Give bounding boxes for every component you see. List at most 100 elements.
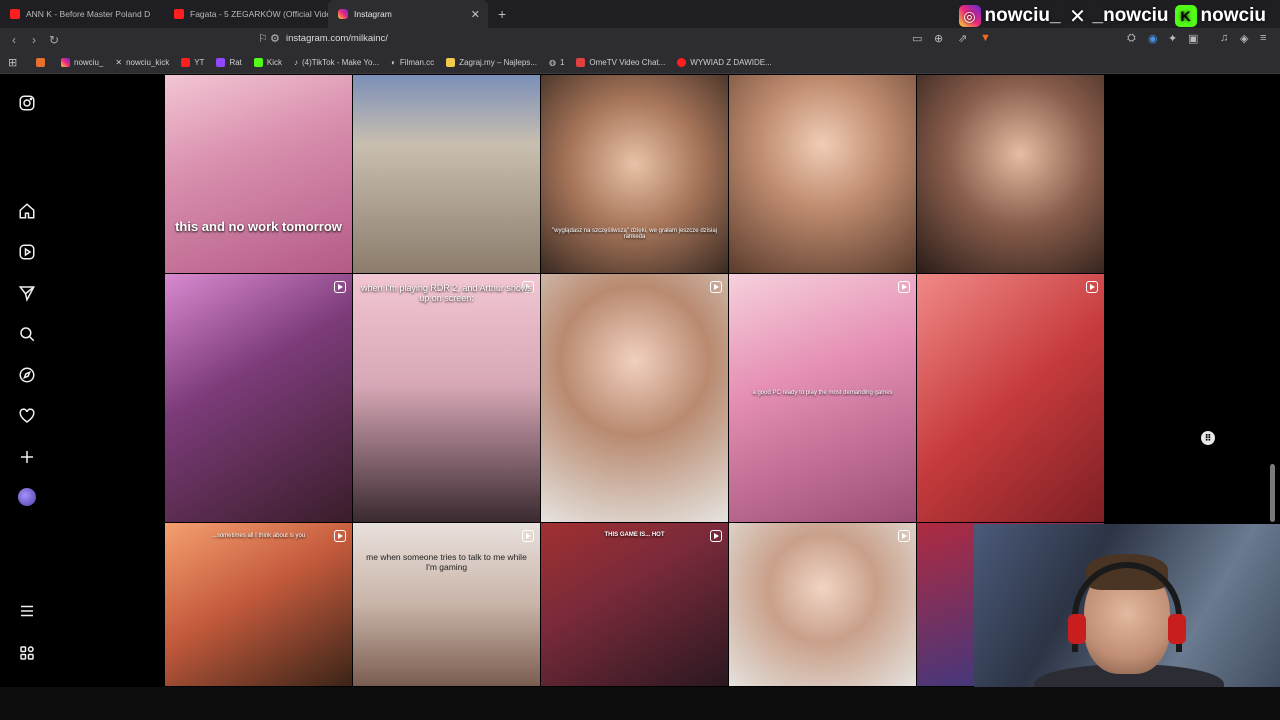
tiktok-icon: ♪ — [294, 58, 299, 67]
reel-icon — [898, 530, 910, 542]
site-info-icon[interactable]: ⚙ — [270, 32, 280, 45]
social-x: ✕ _nowciu — [1067, 5, 1168, 28]
x-icon: ✕ — [115, 58, 123, 67]
headset-ear-right — [1168, 614, 1186, 644]
instagram-logo-icon[interactable] — [17, 93, 37, 113]
create-plus-icon[interactable] — [17, 447, 37, 467]
tab-ann-k[interactable]: ANN K - Before Master Poland D — [0, 0, 164, 28]
also-from-meta-icon[interactable] — [17, 643, 37, 663]
tab-label: ANN K - Before Master Poland D — [26, 9, 151, 19]
post-tile[interactable] — [729, 523, 916, 686]
globe-icon: ◍ — [548, 58, 556, 67]
post-tile[interactable]: THIS GAME IS... HOT — [541, 523, 728, 686]
youtube-icon — [174, 9, 184, 19]
post-caption: a good PC ready to play the most demandi… — [752, 390, 893, 396]
post-tile[interactable]: me when someone tries to talk to me whil… — [353, 523, 540, 686]
reel-icon — [710, 281, 722, 293]
instagram-icon — [338, 9, 348, 19]
stream-socials-overlay: ◎ nowciu_ ✕ _nowciu Knowciu — [958, 5, 1266, 28]
puzzle-icon[interactable]: ✦ — [1168, 32, 1177, 45]
reels-icon[interactable] — [17, 242, 37, 262]
post-tile[interactable]: a good PC ready to play the most demandi… — [729, 274, 916, 522]
reel-icon — [898, 281, 910, 293]
music-icon[interactable]: ♫ — [1220, 32, 1228, 44]
tab-label: Instagram — [354, 9, 392, 19]
instagram-sidebar — [0, 75, 54, 687]
apps-grid-icon[interactable]: ⊞ — [8, 56, 17, 69]
bookmarks-bar: ⊞ nowciu_ ✕ nowciu_kick YT Rat Kick ♪ (4)T… — [0, 52, 1280, 74]
youtube-icon — [181, 58, 191, 67]
bookmark-tiktok[interactable]: ♪ (4)TikTok - Make Yo... — [294, 58, 379, 67]
reload-icon[interactable]: ↻ — [44, 33, 64, 47]
back-icon[interactable]: ‹ — [4, 33, 24, 47]
help-icon[interactable]: ⠿ — [1201, 431, 1215, 445]
bookmark-yt[interactable]: YT — [181, 58, 204, 67]
brave-shield-icon[interactable]: ▼ — [980, 32, 991, 44]
share-icon[interactable]: ⇗ — [958, 32, 967, 45]
webcam-overlay — [974, 524, 1280, 692]
bookmark-icon[interactable]: ⚐ — [258, 32, 268, 45]
tab-instagram[interactable]: Instagram ✕ — [328, 0, 488, 28]
vpn-icon[interactable]: ◉ — [1148, 32, 1158, 45]
bookmark-nowciu-kick[interactable]: ✕ nowciu_kick — [115, 58, 169, 67]
post-tile[interactable]: "wyglądasz na szczęśliwszą" dzięki, we g… — [541, 75, 728, 273]
video-icon — [576, 58, 586, 67]
home-icon[interactable] — [17, 201, 37, 221]
reel-icon — [522, 530, 534, 542]
post-caption: "wyglądasz na szczęśliwszą" dzięki, we g… — [552, 228, 717, 240]
tab-fagata[interactable]: Fagata - 5 ZEGARKÓW (Official Vide — [164, 0, 328, 28]
new-tab-button[interactable]: + — [488, 6, 516, 22]
bookmark-rat[interactable]: Rat — [216, 58, 242, 67]
extension-icon[interactable]: ⛭ — [1127, 32, 1136, 45]
screen-icon[interactable]: ▭ — [912, 32, 922, 45]
zoom-icon[interactable]: ⊕ — [934, 32, 943, 45]
post-tile[interactable] — [729, 75, 916, 273]
search-icon[interactable] — [17, 324, 37, 344]
headset-ear-left — [1068, 614, 1086, 644]
twitch-icon — [216, 58, 226, 67]
post-caption: this and no work tomorrow — [175, 219, 342, 234]
scrollbar[interactable] — [1270, 464, 1275, 522]
close-tab-icon[interactable]: ✕ — [471, 8, 480, 21]
bookmark-kick[interactable]: Kick — [253, 58, 282, 67]
profile-posts-grid: this and no work tomorrow "wyglądasz na … — [165, 75, 1105, 687]
post-tile[interactable]: ...sometimes all I think about is you — [165, 523, 352, 686]
youtube-icon — [677, 58, 687, 67]
bookmark-ometv[interactable]: OmeTV Video Chat... — [576, 58, 665, 67]
post-tile[interactable]: when I'm playing RDR 2, and Arthur shows… — [353, 274, 540, 522]
social-kick: Knowciu — [1174, 5, 1266, 27]
messages-icon[interactable] — [17, 283, 37, 303]
instagram-icon — [61, 58, 70, 67]
notifications-heart-icon[interactable] — [17, 406, 37, 426]
url-field[interactable]: instagram.com/milkainc/ — [286, 33, 388, 44]
bookmark-zagraj[interactable]: Zagraj.my – Najleps... — [446, 58, 537, 67]
post-tile[interactable] — [541, 274, 728, 522]
sidebar-toggle-icon[interactable]: ▣ — [1188, 32, 1198, 45]
post-tile[interactable] — [917, 274, 1104, 522]
address-bar: ‹ › ↻ ⚐ ⚙ instagram.com/milkainc/ ▭ ⊕ ⇗ … — [0, 28, 1280, 52]
post-caption: ...sometimes all I think about is you — [211, 533, 306, 539]
kick-icon: K — [1174, 5, 1197, 27]
wallet-icon[interactable]: ◈ — [1240, 32, 1248, 45]
post-caption: THIS GAME IS... HOT — [604, 532, 665, 538]
bookmark-wywiad[interactable]: WYWIAD Z DAWIDE... — [677, 58, 772, 67]
profile-avatar[interactable] — [17, 487, 37, 507]
explore-icon[interactable] — [17, 365, 37, 385]
reel-icon — [1086, 281, 1098, 293]
forward-icon[interactable]: › — [24, 33, 44, 47]
bookmark-nowciu-ig[interactable]: nowciu_ — [61, 58, 103, 67]
bookmark-filman[interactable]: ◐ Filman.cc — [391, 58, 434, 67]
menu-icon[interactable]: ≡ — [1260, 32, 1266, 44]
folder-icon — [36, 58, 45, 67]
post-tile[interactable] — [353, 75, 540, 273]
bookmark-1[interactable]: ◍ 1 — [549, 58, 564, 67]
post-tile[interactable] — [917, 75, 1104, 273]
post-tile[interactable]: this and no work tomorrow — [165, 75, 352, 273]
more-menu-icon[interactable] — [17, 601, 37, 621]
bookmark-folder[interactable] — [36, 58, 49, 67]
post-tile[interactable] — [165, 274, 352, 522]
instagram-icon: ◎ — [958, 5, 981, 27]
bottom-bar — [0, 687, 1280, 720]
kick-icon — [253, 58, 263, 67]
avatar — [18, 488, 36, 506]
